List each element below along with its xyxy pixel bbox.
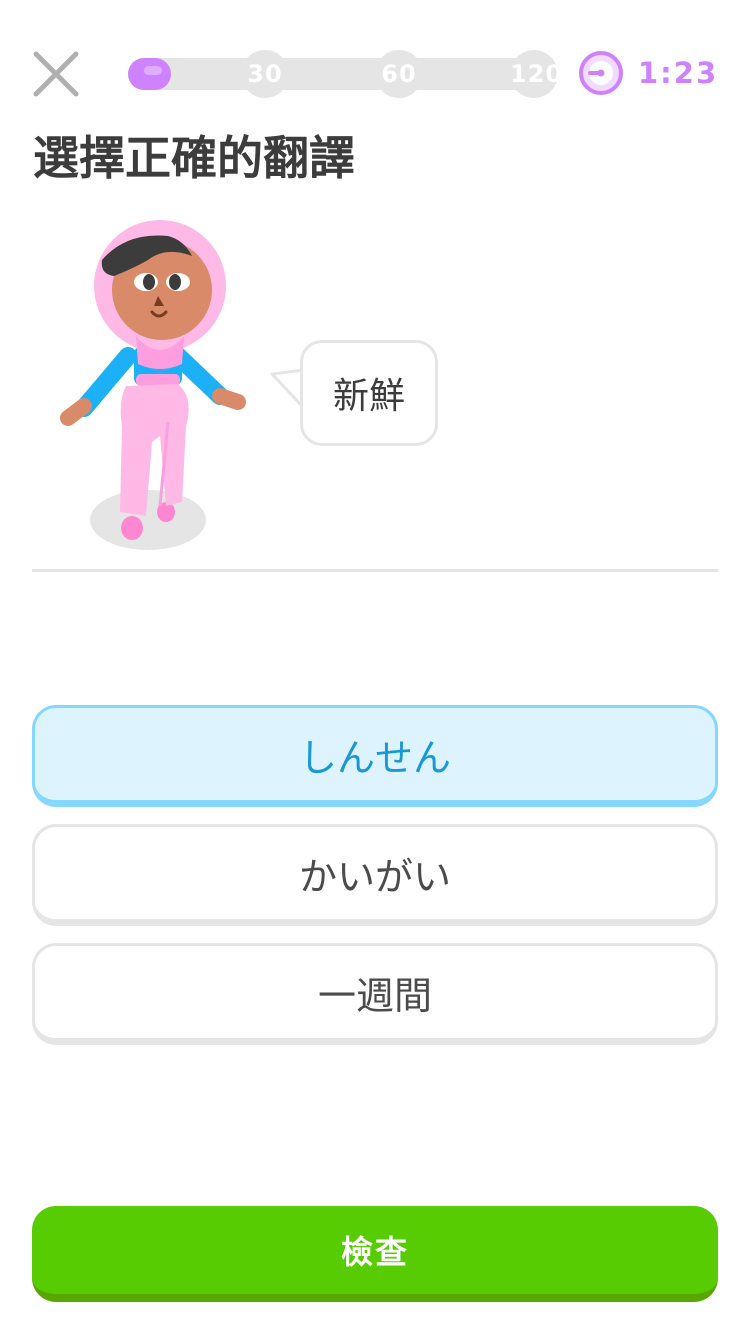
- progress-bar: 30 60 120: [128, 50, 562, 98]
- speech-text: 新鮮: [332, 376, 405, 417]
- check-button[interactable]: 檢查: [32, 1206, 718, 1302]
- character-illustration: [60, 220, 246, 550]
- choice-option[interactable]: かいがい: [32, 824, 718, 926]
- page-title: 選擇正確的翻譯: [33, 131, 355, 185]
- choice-option[interactable]: 一週間: [32, 943, 718, 1045]
- milestone-60: 60: [375, 50, 423, 98]
- lesson-screen: 30 60 120 1:23 選擇正確的翻譯 新鮮 しんせん かいがい 一週間 …: [0, 0, 750, 1334]
- milestone-120: 120: [510, 50, 562, 98]
- milestone-30: 30: [241, 50, 289, 98]
- progress-fill: [128, 58, 171, 90]
- timer-value: 1:23: [638, 56, 719, 90]
- divider: [32, 569, 718, 572]
- close-icon[interactable]: [28, 46, 84, 102]
- timer-icon: [579, 51, 623, 95]
- choice-option[interactable]: しんせん: [32, 705, 718, 807]
- speech-bubble: 新鮮: [300, 340, 438, 446]
